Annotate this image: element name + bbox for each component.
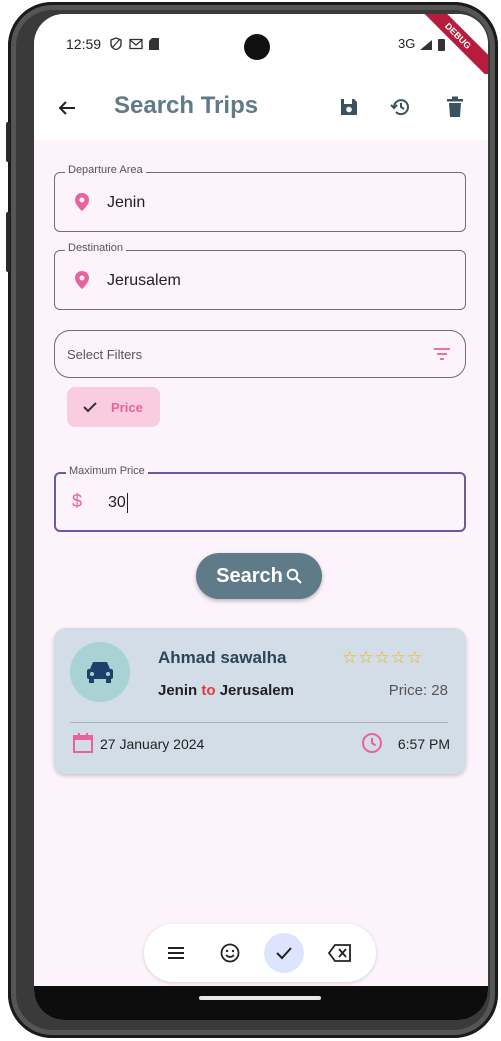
- signal-icon: [419, 39, 432, 50]
- check-icon: [276, 947, 292, 960]
- destination-field[interactable]: Destination Jerusalem: [54, 242, 466, 310]
- status-notification-icons: [110, 35, 160, 51]
- search-icon: [286, 568, 302, 584]
- trip-price: Price: 28: [388, 682, 448, 699]
- dollar-icon: $: [72, 491, 83, 511]
- battery-icon: [437, 38, 445, 51]
- departure-label: Departure Area: [65, 164, 146, 176]
- arrow-back-icon: [58, 101, 75, 115]
- emoji-icon: [220, 943, 240, 963]
- search-button[interactable]: Search: [196, 553, 322, 599]
- location-pin-icon: [75, 193, 89, 211]
- trip-time: 6:57 PM: [397, 736, 450, 752]
- filter-placeholder: Select Filters: [67, 347, 143, 362]
- emoji-button[interactable]: [210, 933, 250, 973]
- navigation-bar: [34, 986, 488, 1020]
- backspace-button[interactable]: [320, 933, 360, 973]
- maximum-price-value: 30: [108, 494, 126, 512]
- save-button[interactable]: [336, 94, 362, 120]
- route-to: Jerusalem: [219, 682, 294, 699]
- app-screen: 12:59 3G DEBUG Search Trips Departure Ar…: [34, 14, 488, 1020]
- phone-side-button: [6, 122, 10, 162]
- back-button[interactable]: [52, 92, 82, 122]
- maximum-price-label: Maximum Price: [66, 465, 148, 477]
- status-bar: 12:59 3G DEBUG: [34, 14, 488, 85]
- delete-button[interactable]: [442, 94, 468, 120]
- car-avatar: [70, 642, 130, 702]
- filter-icon: [434, 348, 450, 360]
- menu-button[interactable]: [156, 933, 196, 973]
- calendar-icon: [73, 733, 93, 753]
- route-from: Jenin: [158, 682, 198, 699]
- car-icon: [87, 662, 113, 683]
- driver-name: Ahmad sawalha: [158, 648, 287, 667]
- departure-value: Jenin: [107, 194, 146, 211]
- destination-value: Jerusalem: [107, 272, 181, 289]
- history-icon: [390, 99, 409, 116]
- network-type: 3G: [398, 36, 416, 51]
- app-bar: Search Trips: [34, 74, 488, 140]
- menu-icon: [168, 947, 184, 959]
- chip-label: Price: [111, 399, 143, 415]
- page-title: Search Trips: [114, 92, 259, 119]
- location-pin-icon: [75, 271, 89, 289]
- backspace-icon: [328, 944, 351, 962]
- check-icon: [83, 402, 97, 413]
- mail-icon: [128, 38, 143, 49]
- delete-icon: [447, 96, 463, 117]
- departure-field[interactable]: Departure Area Jenin: [54, 164, 466, 232]
- maximum-price-field[interactable]: Maximum Price $ 30: [54, 465, 466, 532]
- clock-icon: [362, 733, 382, 753]
- home-indicator[interactable]: [199, 996, 321, 1000]
- destination-label: Destination: [65, 242, 127, 254]
- filter-select[interactable]: Select Filters: [54, 330, 466, 378]
- shield-icon: [110, 37, 122, 51]
- history-button[interactable]: [388, 94, 414, 120]
- route-to-word: to: [201, 682, 216, 699]
- front-camera: [244, 34, 270, 60]
- maximum-price-input[interactable]: 30: [108, 493, 129, 513]
- status-network: 3G: [398, 36, 446, 52]
- status-time: 12:59: [66, 36, 102, 52]
- save-icon: [341, 99, 357, 115]
- price-filter-chip[interactable]: Price: [67, 387, 160, 427]
- trip-route: Jenin to Jerusalem: [158, 682, 294, 699]
- sd-card-icon: [149, 37, 160, 50]
- text-cursor: [126, 493, 129, 513]
- card-divider: [70, 722, 448, 723]
- search-label: Search: [216, 564, 283, 587]
- trip-date: 27 January 2024: [100, 736, 205, 752]
- rating-stars: ☆☆☆☆☆: [342, 648, 424, 667]
- trip-card[interactable]: Ahmad sawalha ☆☆☆☆☆ Jenin to Jerusalem P…: [54, 628, 466, 774]
- check-button[interactable]: [264, 933, 304, 973]
- floating-toolbar: [144, 924, 376, 982]
- phone-side-button: [6, 212, 10, 272]
